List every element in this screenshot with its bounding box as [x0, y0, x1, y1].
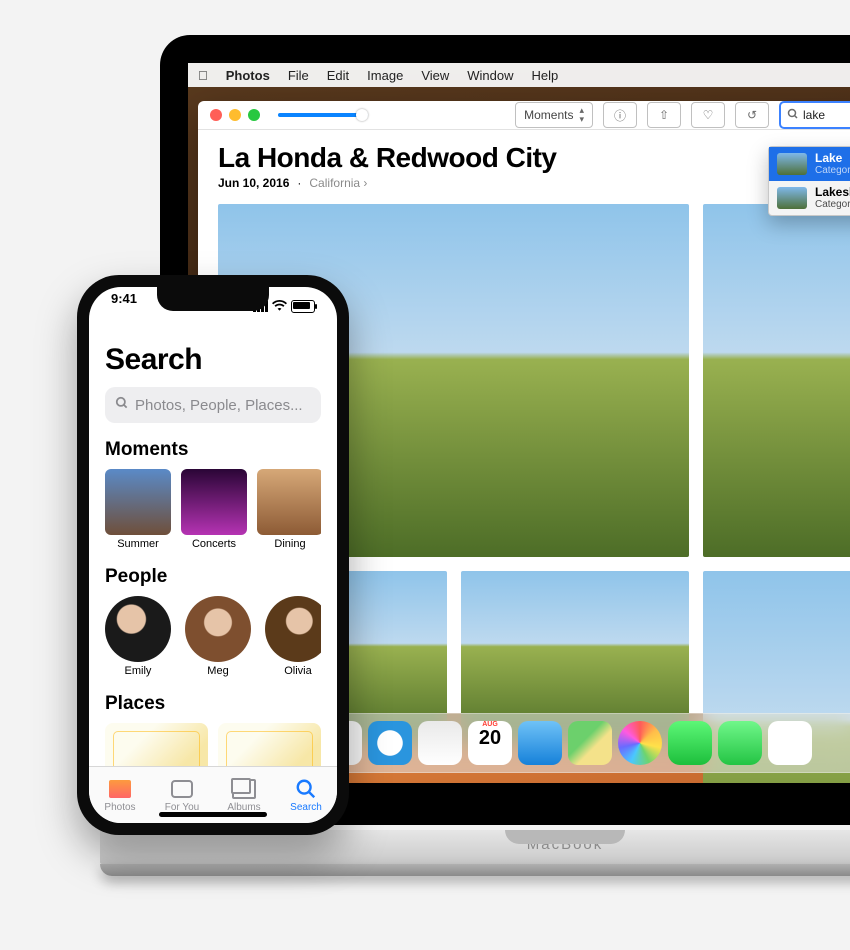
- menubar-item-window[interactable]: Window: [467, 68, 513, 83]
- tab-search[interactable]: Search: [275, 767, 337, 823]
- person-label: Olivia: [265, 665, 321, 677]
- person-item[interactable]: Emily: [105, 596, 171, 677]
- moment-label: Concerts: [181, 538, 247, 550]
- thumbnail-size-slider[interactable]: [278, 113, 368, 117]
- window-controls: [210, 109, 260, 121]
- share-button[interactable]: ⇧: [647, 102, 681, 128]
- dock-messages-icon[interactable]: [668, 721, 712, 765]
- moment-thumbnail: [105, 469, 171, 535]
- close-button[interactable]: [210, 109, 222, 121]
- search-input[interactable]: Photos, People, Places...: [105, 387, 321, 423]
- search-field[interactable]: lake ×: [779, 101, 850, 129]
- battery-icon: [291, 300, 315, 313]
- search-suggestion-item[interactable]: Lakeshore Category: [769, 181, 850, 215]
- search-icon: [787, 108, 799, 123]
- iphone-screen: 9:41 Search Photos, People, Places... Mo…: [89, 287, 337, 823]
- dock-mail-icon[interactable]: [418, 721, 462, 765]
- search-icon: [115, 396, 129, 414]
- moments-row: Summer Concerts Dining: [105, 469, 321, 550]
- rotate-button[interactable]: ↺: [735, 102, 769, 128]
- person-label: Emily: [105, 665, 171, 677]
- person-label: Meg: [185, 665, 251, 677]
- suggestion-subtitle: Category: [815, 165, 850, 176]
- zoom-button[interactable]: [248, 109, 260, 121]
- moment-thumbnail: [257, 469, 321, 535]
- menubar-app-name[interactable]: Photos: [226, 68, 270, 83]
- people-row: Emily Meg Olivia: [105, 596, 321, 677]
- person-avatar: [105, 596, 171, 662]
- home-indicator[interactable]: [159, 812, 267, 817]
- moment-date: Jun 10, 2016: [218, 176, 289, 190]
- dock-numbers-icon[interactable]: [768, 721, 812, 765]
- suggestion-title: Lake: [815, 152, 850, 165]
- view-mode-label: Moments: [524, 108, 573, 122]
- menubar-item-file[interactable]: File: [288, 68, 309, 83]
- menubar-item-help[interactable]: Help: [532, 68, 559, 83]
- albums-icon: [232, 779, 256, 799]
- photo-thumbnail[interactable]: [703, 204, 850, 557]
- moment-item[interactable]: Dining: [257, 469, 321, 550]
- dock-safari-icon[interactable]: [368, 721, 412, 765]
- iphone-content: Search Photos, People, Places... Moments…: [89, 287, 337, 793]
- search-suggestion-item[interactable]: Lake Category: [769, 147, 850, 181]
- menubar-item-edit[interactable]: Edit: [327, 68, 349, 83]
- dot-separator: ·: [297, 176, 301, 190]
- moment-meta: Jun 10, 2016 · California ›: [218, 176, 850, 190]
- moment-label: Summer: [105, 538, 171, 550]
- macbook-base: MacBook: [100, 830, 850, 888]
- dock-photos-icon[interactable]: [618, 721, 662, 765]
- wifi-icon: [272, 299, 287, 314]
- moment-item[interactable]: Concerts: [181, 469, 247, 550]
- moment-label: Dining: [257, 538, 321, 550]
- dock-facetime-icon[interactable]: [718, 721, 762, 765]
- dock-maps-icon[interactable]: [568, 721, 612, 765]
- macbook-label: MacBook: [100, 830, 850, 864]
- view-mode-select[interactable]: Moments ▴▾: [515, 102, 593, 128]
- dock-calendar-icon[interactable]: AUG 20: [468, 721, 512, 765]
- dock-icloud-icon[interactable]: [518, 721, 562, 765]
- chevron-updown-icon: ▴▾: [579, 106, 584, 124]
- moment-location[interactable]: California ›: [309, 176, 367, 190]
- section-title-moments: Moments: [105, 439, 321, 461]
- person-item[interactable]: Olivia: [265, 596, 321, 677]
- suggestion-subtitle: Category: [815, 199, 850, 210]
- person-avatar: [185, 596, 251, 662]
- photos-icon: [109, 780, 131, 798]
- menubar-item-view[interactable]: View: [421, 68, 449, 83]
- page-title: Search: [105, 343, 321, 377]
- search-placeholder: Photos, People, Places...: [135, 397, 303, 414]
- person-avatar: [265, 596, 321, 662]
- section-title-places: Places: [105, 693, 321, 715]
- section-title-people: People: [105, 566, 321, 588]
- for-you-icon: [171, 780, 193, 798]
- moment-thumbnail: [181, 469, 247, 535]
- macos-menubar:  Photos File Edit Image View Window Hel…: [188, 63, 850, 87]
- moment-item[interactable]: Summer: [105, 469, 171, 550]
- search-value: lake: [803, 108, 825, 122]
- person-item[interactable]: Meg: [185, 596, 251, 677]
- moment-title: La Honda & Redwood City: [218, 142, 850, 174]
- suggestion-thumbnail: [777, 187, 807, 209]
- apple-menu-icon[interactable]: : [198, 68, 208, 83]
- iphone: 9:41 Search Photos, People, Places... Mo…: [77, 275, 349, 835]
- photos-toolbar: Moments ▴▾ ⓘ ⇧ ♡ ↺ lake ×: [198, 101, 850, 130]
- search-icon: [293, 778, 319, 800]
- minimize-button[interactable]: [229, 109, 241, 121]
- iphone-notch: [157, 287, 269, 311]
- menubar-item-image[interactable]: Image: [367, 68, 403, 83]
- info-button[interactable]: ⓘ: [603, 102, 637, 128]
- favorite-button[interactable]: ♡: [691, 102, 725, 128]
- suggestion-title: Lakeshore: [815, 186, 850, 199]
- search-suggestions: Lake Category Lakeshore Category: [768, 146, 850, 216]
- tab-photos[interactable]: Photos: [89, 767, 151, 823]
- status-time: 9:41: [111, 291, 137, 321]
- suggestion-thumbnail: [777, 153, 807, 175]
